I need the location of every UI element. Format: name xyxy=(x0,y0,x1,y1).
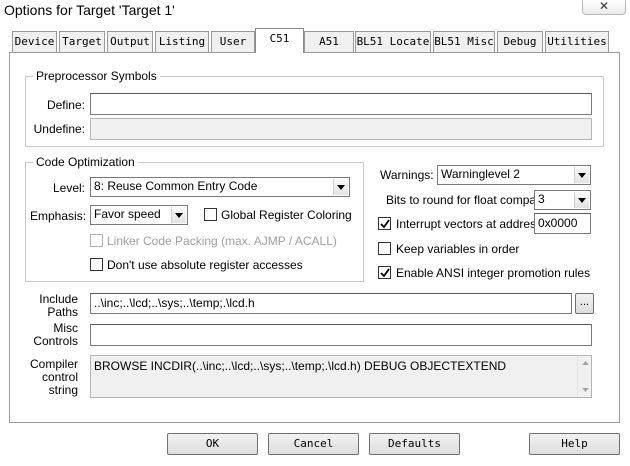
compiler-control-string: BROWSE INCDIR(..\inc;..\lcd;..\sys;..\te… xyxy=(90,355,592,398)
chevron-down-icon[interactable] xyxy=(574,167,589,183)
keep-variables-checkbox[interactable] xyxy=(378,242,391,255)
scroll-up-icon[interactable] xyxy=(580,358,590,368)
no-absolute-register-checkbox[interactable] xyxy=(90,258,103,271)
linker-packing-checkbox xyxy=(90,234,103,247)
chevron-down-icon[interactable] xyxy=(574,192,589,208)
ansi-promotion-checkbox[interactable] xyxy=(378,266,391,279)
close-icon: ✕ xyxy=(598,0,610,13)
emphasis-select[interactable]: Favor speed xyxy=(90,205,188,225)
code-optimization-legend: Code Optimization xyxy=(33,155,138,169)
help-button[interactable]: Help xyxy=(529,433,620,455)
ansi-promotion-label: Enable ANSI integer promotion rules xyxy=(396,266,591,280)
global-register-label: Global Register Coloring xyxy=(221,208,352,222)
tab-bl51-misc[interactable]: BL51 Misc xyxy=(433,31,495,52)
emphasis-label: Emphasis: xyxy=(30,209,87,223)
keep-variables-label: Keep variables in order xyxy=(396,242,520,256)
close-button[interactable]: ✕ xyxy=(582,0,626,15)
level-label: Level: xyxy=(52,181,85,195)
chevron-down-icon[interactable] xyxy=(171,207,186,223)
undefine-input xyxy=(90,118,592,140)
chevron-down-icon[interactable] xyxy=(333,179,348,195)
tab-utilities[interactable]: Utilities xyxy=(545,31,609,52)
dialog-title: Options for Target 'Target 1' xyxy=(4,2,175,18)
linker-packing-label: Linker Code Packing (max. AJMP / ACALL) xyxy=(107,234,337,248)
interrupt-address-input[interactable]: 0x0000 xyxy=(534,213,591,234)
bits-round-value: 3 xyxy=(538,192,545,206)
compiler-control-scrollbar[interactable] xyxy=(577,356,591,397)
browse-button[interactable]: ... xyxy=(575,293,594,314)
tab-target[interactable]: Target xyxy=(59,31,105,52)
level-select[interactable]: 8: Reuse Common Entry Code xyxy=(90,177,350,197)
tab-c51[interactable]: C51 xyxy=(255,28,304,53)
no-absolute-register-label: Don't use absolute register accesses xyxy=(107,258,303,272)
tab-a51[interactable]: A51 xyxy=(304,31,354,52)
warnings-select[interactable]: Warninglevel 2 xyxy=(437,165,591,185)
interrupt-vectors-checkbox[interactable] xyxy=(378,217,391,230)
include-paths-label: Include Paths xyxy=(39,292,78,319)
undefine-label: Undefine: xyxy=(33,122,85,136)
interrupt-vectors-label: Interrupt vectors at address: xyxy=(396,217,546,231)
tab-debug[interactable]: Debug xyxy=(497,31,543,52)
compiler-control-text: BROWSE INCDIR(..\inc;..\lcd;..\sys;..\te… xyxy=(94,359,507,373)
tab-bl51-locate[interactable]: BL51 Locate xyxy=(355,31,431,52)
misc-controls-input[interactable] xyxy=(90,324,592,346)
tab-device[interactable]: Device xyxy=(12,31,57,52)
emphasis-value: Favor speed xyxy=(94,207,161,221)
bits-round-select[interactable]: 3 xyxy=(534,190,591,210)
bits-round-label: Bits to round for float compare: xyxy=(386,193,551,207)
cancel-button[interactable]: Cancel xyxy=(268,433,359,455)
checkmark-icon xyxy=(379,218,390,228)
tab-output[interactable]: Output xyxy=(107,31,153,52)
tab-user[interactable]: User xyxy=(211,31,255,52)
checkmark-icon xyxy=(379,267,390,277)
include-paths-input[interactable]: ..\inc;..\lcd;..\sys;..\temp;.\lcd.h xyxy=(90,293,572,314)
level-value: 8: Reuse Common Entry Code xyxy=(94,179,258,193)
ok-button[interactable]: OK xyxy=(167,433,258,455)
global-register-checkbox[interactable] xyxy=(204,208,217,221)
misc-controls-label: Misc Controls xyxy=(33,321,78,348)
warnings-label: Warnings: xyxy=(380,168,434,182)
warnings-value: Warninglevel 2 xyxy=(441,167,520,181)
defaults-button[interactable]: Defaults xyxy=(369,433,460,455)
define-input[interactable] xyxy=(90,93,592,115)
preprocessor-legend: Preprocessor Symbols xyxy=(33,69,160,83)
scroll-down-icon[interactable] xyxy=(580,385,590,395)
compiler-control-label: Compiler control string xyxy=(29,357,78,397)
tab-listing[interactable]: Listing xyxy=(155,31,209,52)
define-label: Define: xyxy=(46,98,85,112)
